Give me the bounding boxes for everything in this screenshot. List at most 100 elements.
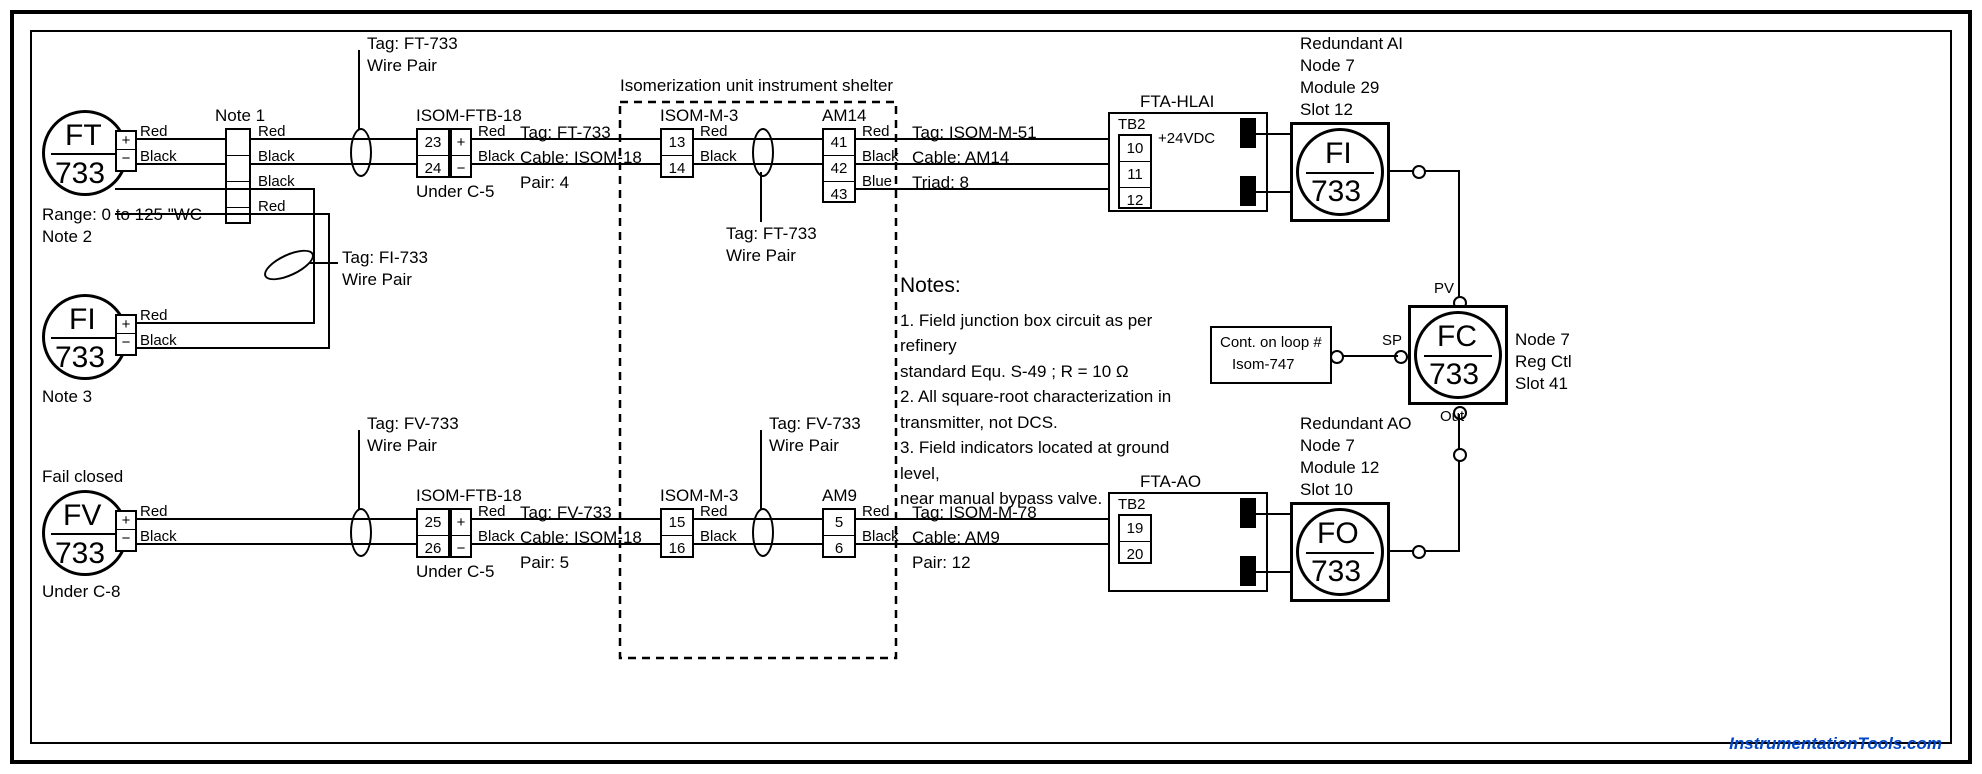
ftb-a-r: Red	[478, 123, 506, 140]
wire-triad-blue	[855, 188, 1125, 190]
notes-hd: Notes:	[900, 270, 1200, 302]
ao-bubble: FO 733	[1296, 508, 1384, 596]
ft-note: Note 2	[42, 227, 92, 247]
ftb-a-i3: Pair: 4	[520, 173, 569, 193]
fi-red: Red	[140, 307, 168, 324]
ao-conn1	[1240, 498, 1256, 528]
ai-l1: Redundant AI	[1300, 34, 1403, 54]
fv-fail: Fail closed	[42, 467, 123, 487]
ftb-a-i2: Cable: ISOM-18	[520, 148, 642, 168]
notes-2a: 2. All square-root characterization in	[900, 384, 1200, 410]
wirepair-ft2-ellipse	[752, 128, 774, 177]
ftb-top-pol: +−	[450, 128, 472, 178]
sp-node	[1394, 350, 1408, 364]
wp-ft2-l2: Wire Pair	[726, 246, 796, 266]
wirepair-fv-ellipse	[350, 508, 372, 557]
jb-b1: Black	[258, 148, 295, 165]
ftb-a-b: Black	[478, 148, 515, 165]
am9-b: Black	[862, 528, 899, 545]
ai-bubble: FI 733	[1296, 128, 1384, 216]
fc-sp: SP	[1382, 332, 1402, 349]
fc-l3: Slot 41	[1515, 374, 1568, 394]
ftb-under-top: Under C-5	[416, 182, 494, 202]
wp-fv2-l1: Tag: FV-733	[769, 414, 861, 434]
wp-fv-l2: Wire Pair	[367, 436, 437, 456]
am14-i3: Triad: 8	[912, 173, 969, 193]
am9-name: AM9	[822, 486, 857, 506]
hlai-wire2	[1256, 191, 1290, 193]
am9-i2: Cable: AM9	[912, 528, 1000, 548]
wp-ft2-stem	[760, 172, 762, 222]
wp-ft-l1: Tag: FT-733	[367, 34, 458, 54]
wp-fi-l1: Tag: FI-733	[342, 248, 428, 268]
ftb-name-bot: ISOM-FTB-18	[416, 486, 522, 506]
fv-under: Under C-8	[42, 582, 120, 602]
ft-red: Red	[140, 123, 168, 140]
shelter-box	[618, 100, 898, 660]
wire-fi-black	[115, 188, 315, 190]
out-mid	[1453, 448, 1467, 462]
ai-node	[1412, 165, 1426, 179]
ao-wire2	[1256, 571, 1290, 573]
isomm-a-r: Red	[700, 123, 728, 140]
ft-range: Range: 0 to 125 "WC	[42, 205, 202, 225]
fc-pv: PV	[1434, 280, 1454, 297]
jb-r1: Red	[258, 123, 286, 140]
ftb-name-top: ISOM-FTB-18	[416, 106, 522, 126]
shelter-label: Isomerization unit instrument shelter	[620, 76, 893, 96]
fc-bubble: FC 733	[1414, 311, 1502, 399]
sp-node2	[1330, 350, 1344, 364]
am14-bl: Blue	[862, 173, 892, 190]
ao-l1: Redundant AO	[1300, 414, 1412, 434]
ftb-under-bot: Under C-5	[416, 562, 494, 582]
fi-note: Note 3	[42, 387, 92, 407]
hlai-name: FTA-HLAI	[1140, 92, 1214, 112]
ao-conn2	[1240, 556, 1256, 586]
wirepair-ft-ellipse	[350, 128, 372, 177]
isomm-bot: 1516	[660, 508, 694, 558]
fc-out: Out	[1440, 408, 1464, 425]
notes-1b: standard Equ. S-49 ; R = 10 Ω	[900, 359, 1200, 385]
ai-out-v	[1458, 170, 1460, 300]
am9-tb: 56	[822, 508, 856, 558]
ftb-a-i1: Tag: FT-733	[520, 123, 611, 143]
wp-ft2-l1: Tag: FT-733	[726, 224, 817, 244]
fv-polarity: + −	[115, 510, 137, 552]
fv-red: Red	[140, 503, 168, 520]
ft-black: Black	[140, 148, 177, 165]
notes-3a: 3. Field indicators located at ground le…	[900, 435, 1200, 486]
ao-l4: Slot 10	[1300, 480, 1353, 500]
wp-fv-l1: Tag: FV-733	[367, 414, 459, 434]
wp-fv2-l2: Wire Pair	[769, 436, 839, 456]
wp-fi-l2: Wire Pair	[342, 270, 412, 290]
fc-l1: Node 7	[1515, 330, 1570, 350]
isomm-a-b: Black	[700, 148, 737, 165]
ao-node	[1412, 545, 1426, 559]
wp-ft-stem	[358, 50, 360, 130]
am9-i3: Pair: 12	[912, 553, 971, 573]
notes-block: Notes: 1. Field junction box circuit as …	[900, 270, 1200, 512]
notes-1a: 1. Field junction box circuit as per ref…	[900, 308, 1200, 359]
ftb-b-r: Red	[478, 503, 506, 520]
fi-black: Black	[140, 332, 177, 349]
wp-fv2-stem	[760, 430, 762, 510]
ai-l2: Node 7	[1300, 56, 1355, 76]
am14-i2: Cable: AM14	[912, 148, 1009, 168]
ftb-bot: 2526	[416, 508, 450, 558]
ftb-b-i3: Pair: 5	[520, 553, 569, 573]
wirepair-fv2-ellipse	[752, 508, 774, 557]
notes-2b: transmitter, not DCS.	[900, 410, 1200, 436]
ai-l3: Module 29	[1300, 78, 1379, 98]
wp-fv-stem	[358, 430, 360, 510]
isomm-b-r: Red	[700, 503, 728, 520]
notes-3b: near manual bypass valve.	[900, 486, 1200, 512]
ai-l4: Slot 12	[1300, 100, 1353, 120]
ftb-b-i2: Cable: ISOM-18	[520, 528, 642, 548]
wire-fi-red	[115, 213, 330, 215]
hlai-conn1	[1240, 118, 1256, 148]
cont-l1: Cont. on loop #	[1220, 334, 1322, 351]
am14-r: Red	[862, 123, 890, 140]
ftb-bot-pol: +−	[450, 508, 472, 558]
wp-ft-l2: Wire Pair	[367, 56, 437, 76]
fi-polarity: + −	[115, 314, 137, 356]
